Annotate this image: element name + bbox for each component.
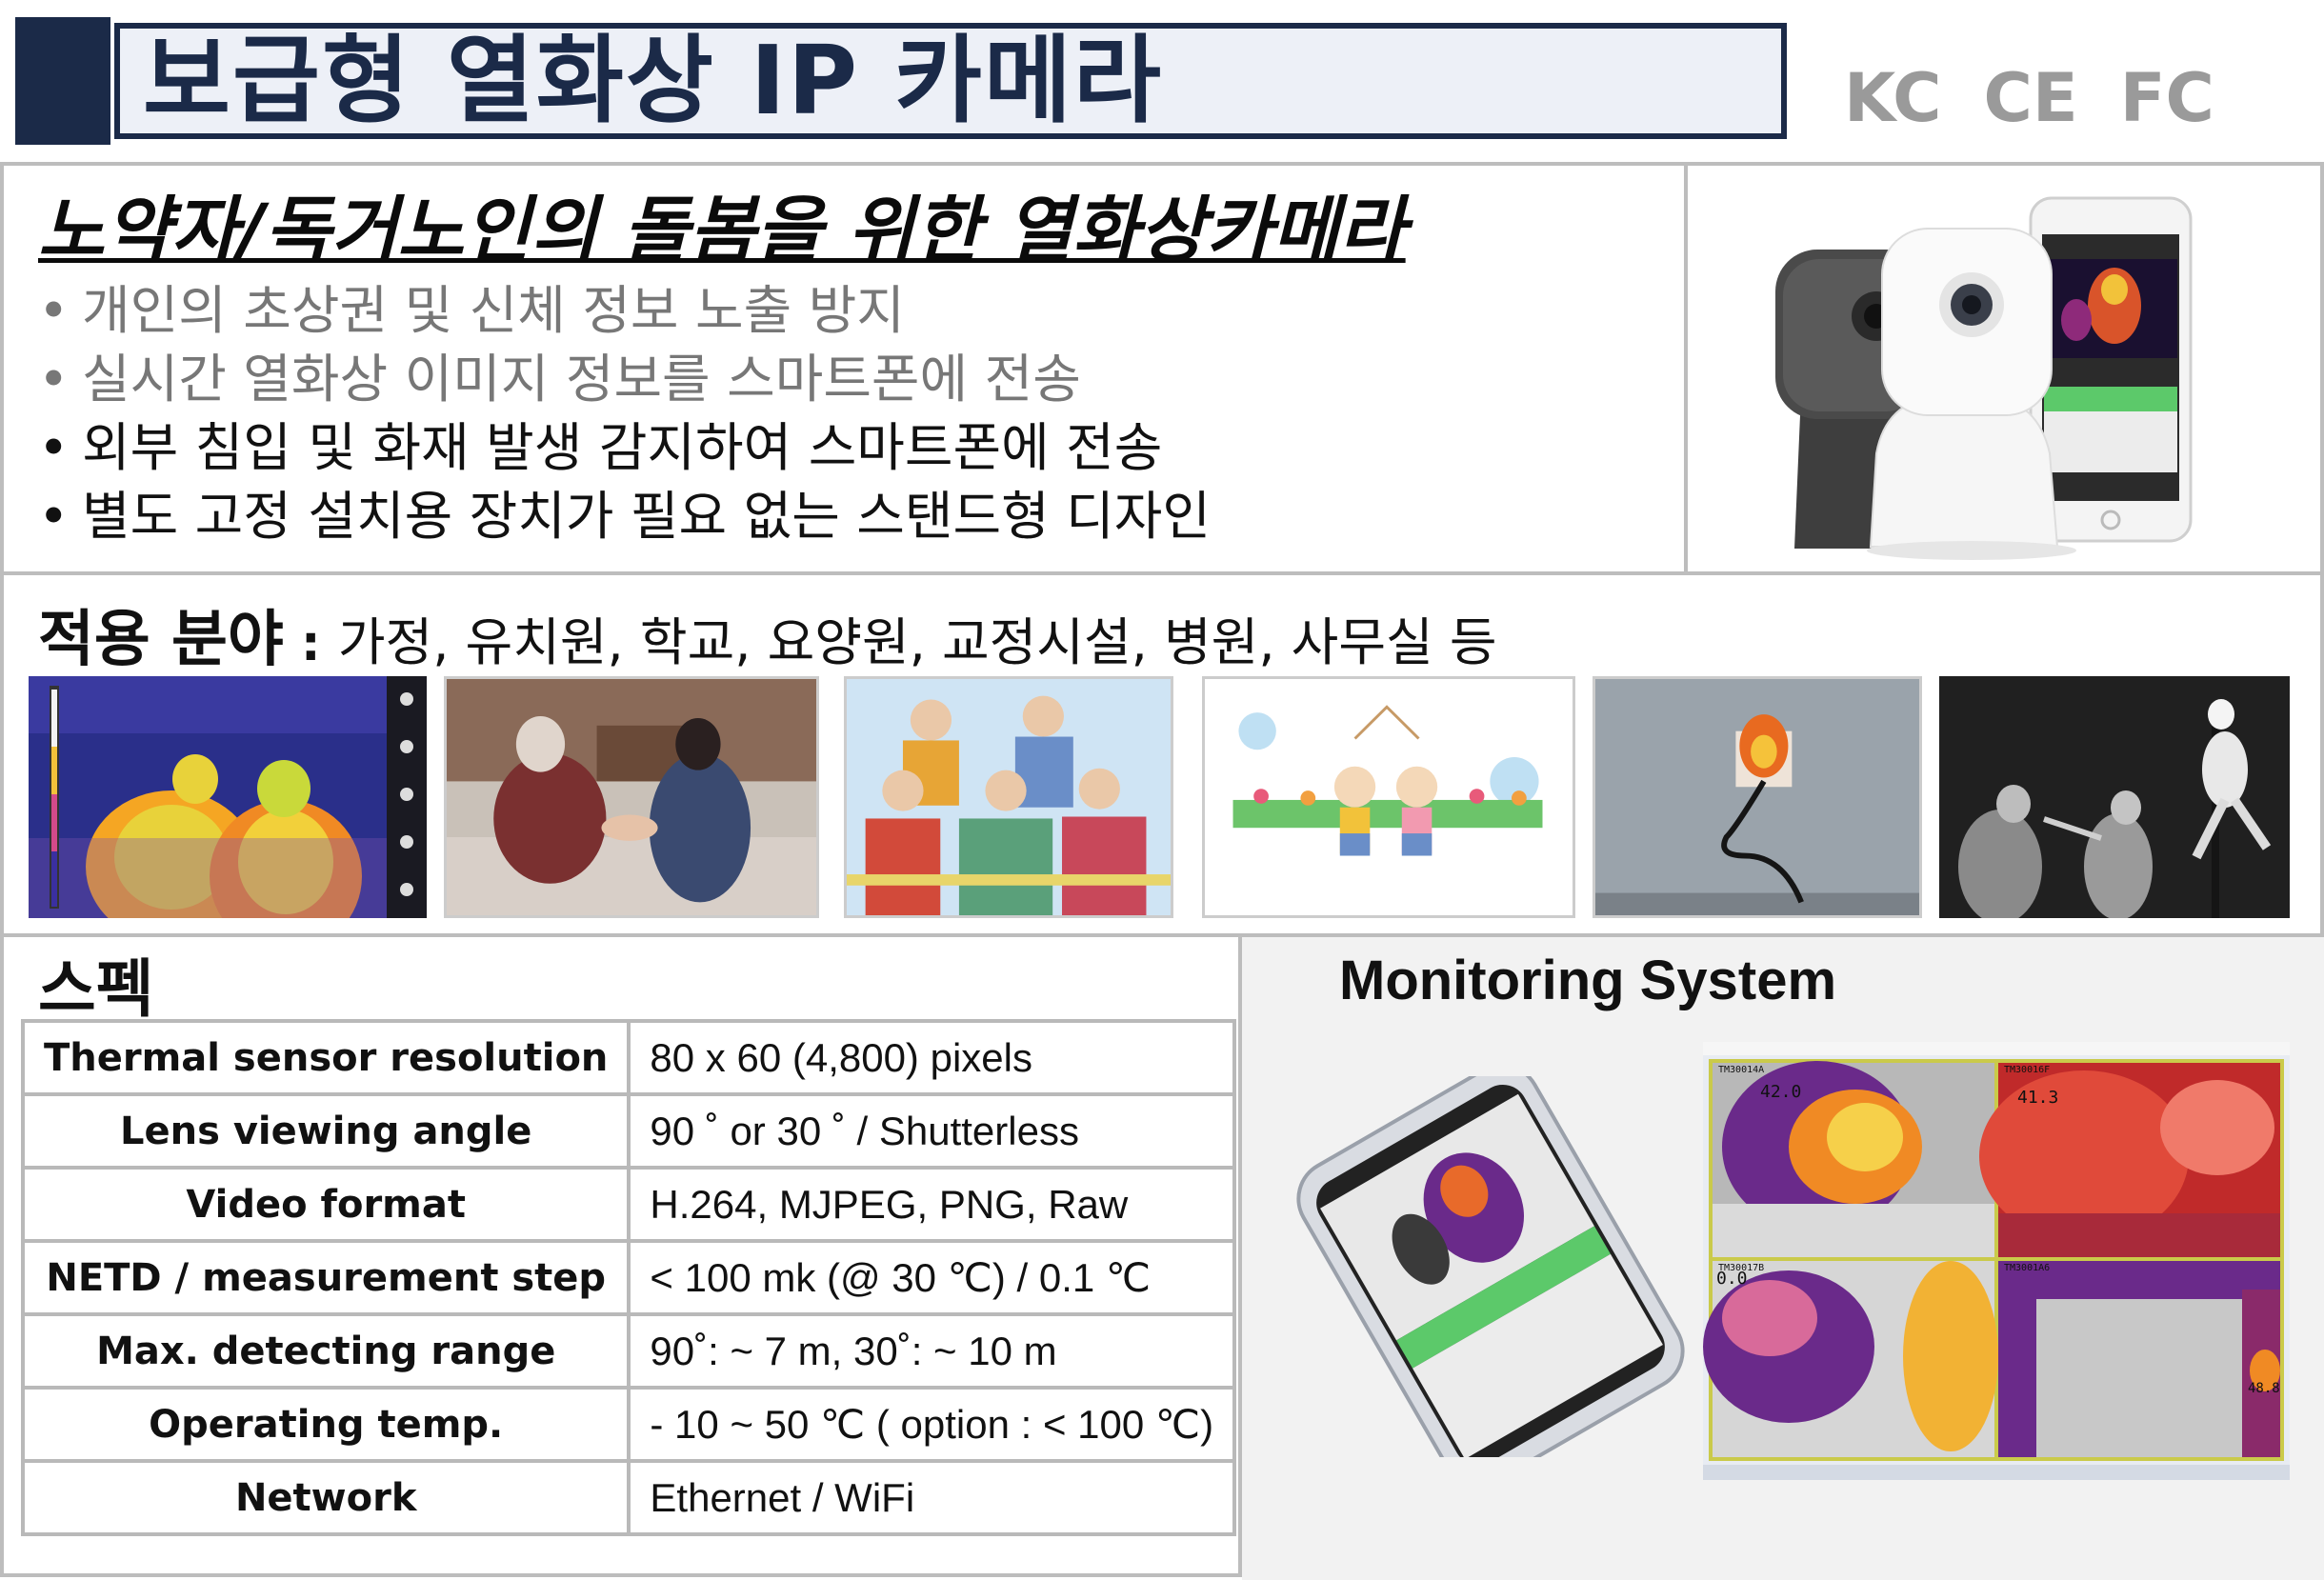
spec-key: NETD / measurement step (20, 1239, 631, 1316)
spec-key: Video format (20, 1166, 631, 1243)
table-row: Lens viewing angle 90 ˚ or 30 ˚ / Shutte… (20, 1092, 1237, 1170)
headline: 노약자/독거노인의 돌봄을 위한 열화상카메라 (38, 188, 1406, 272)
spec-value: 90˚: ~ 7 m, 30˚: ~ 10 m (627, 1312, 1237, 1390)
thumbnail-seniors-illustration (844, 676, 1173, 918)
monitoring-title: Monitoring System (1339, 950, 1837, 1011)
divider-fields (0, 571, 2324, 575)
spec-value: - 10 ~ 50 ℃ ( option : < 100 ℃) (627, 1386, 1237, 1463)
feature-list: 개인의 초상권 및 신체 정보 노출 방지 실시간 열화상 이미지 정보를 스마… (38, 276, 1211, 550)
spec-value: 80 x 60 (4,800) pixels (627, 1019, 1237, 1096)
fields-text: 가정, 유치원, 학교, 요양원, 교정시설, 병원, 사무실 등 (337, 612, 1497, 672)
spec-key: Max. detecting range (20, 1312, 631, 1390)
product-photo (1775, 196, 2193, 560)
certification-marks: KC CE FC (1844, 55, 2214, 141)
monitoring-screen: TM30014A 42.0 TM30016F 41.3 TM30017B 0.0… (1703, 1042, 2290, 1480)
thumbnail-thermal-people (29, 676, 427, 918)
spec-value: Ethernet / WiFi (627, 1459, 1237, 1536)
table-row: Max. detecting range 90˚: ~ 7 m, 30˚: ~ … (20, 1312, 1237, 1390)
fields-label: 적용 분야 (38, 605, 284, 675)
fcc-mark: FC (2119, 59, 2214, 137)
cell-label: TM30016F (2004, 1065, 2050, 1075)
spec-key: Network (20, 1459, 631, 1536)
divider-monitoring (1238, 933, 1242, 1577)
divider-product (1684, 162, 1688, 573)
cell-temp: 0.0 (1716, 1269, 1748, 1289)
table-row: Video format H.264, MJPEG, PNG, Raw (20, 1166, 1237, 1243)
spec-key: Lens viewing angle (20, 1092, 631, 1170)
title-accent-block (15, 17, 110, 145)
cell-temp: 42.0 (1760, 1082, 1801, 1102)
thumbnail-outlet-fire (1593, 676, 1922, 918)
thumbnail-elderly-care (444, 676, 819, 918)
cell-temp: 41.3 (2017, 1088, 2058, 1108)
divider-top (0, 162, 2324, 166)
table-row: NETD / measurement step < 100 mk (@ 30 ℃… (20, 1239, 1237, 1316)
cell-label: TM3001A6 (2004, 1263, 2050, 1273)
ce-mark: CE (1983, 59, 2078, 137)
table-row: Thermal sensor resolution 80 x 60 (4,800… (20, 1019, 1237, 1096)
feature-item: 실시간 열화상 이미지 정보를 스마트폰에 전송 (38, 345, 1211, 413)
spec-title: 스펙 (38, 952, 154, 1026)
spec-table: Thermal sensor resolution 80 x 60 (4,800… (20, 1019, 1237, 1536)
spec-key: Operating temp. (20, 1386, 631, 1463)
feature-item: 개인의 초상권 및 신체 정보 노출 방지 (38, 276, 1211, 345)
spec-value: H.264, MJPEG, PNG, Raw (627, 1166, 1237, 1243)
table-row: Network Ethernet / WiFi (20, 1459, 1237, 1536)
cell-label: TM30014A (1718, 1065, 1764, 1075)
fields-colon: : (283, 615, 338, 672)
page-title: 보급형 열화상 IP 카메라 (143, 25, 1163, 136)
thumbnail-thermal-intruders (1939, 676, 2290, 918)
kc-mark: KC (1844, 59, 1942, 137)
feature-item: 외부 침입 및 화재 발생 감지하여 스마트폰에 전송 (38, 413, 1211, 482)
spec-value: < 100 mk (@ 30 ℃) / 0.1 ℃ (627, 1239, 1237, 1316)
thumbnail-children-illustration (1202, 676, 1575, 918)
frame-left (0, 162, 4, 1577)
spec-key: Thermal sensor resolution (20, 1019, 631, 1096)
table-row: Operating temp. - 10 ~ 50 ℃ ( option : <… (20, 1386, 1237, 1463)
application-fields: 적용 분야 : 가정, 유치원, 학교, 요양원, 교정시설, 병원, 사무실 … (38, 590, 1497, 678)
spec-value: 90 ˚ or 30 ˚ / Shutterless (627, 1092, 1237, 1170)
cell-temp: 48.8 (2248, 1381, 2280, 1396)
feature-item: 별도 고정 설치용 장치가 필요 없는 스탠드형 디자인 (38, 482, 1211, 550)
monitoring-phone (1296, 1076, 1685, 1457)
